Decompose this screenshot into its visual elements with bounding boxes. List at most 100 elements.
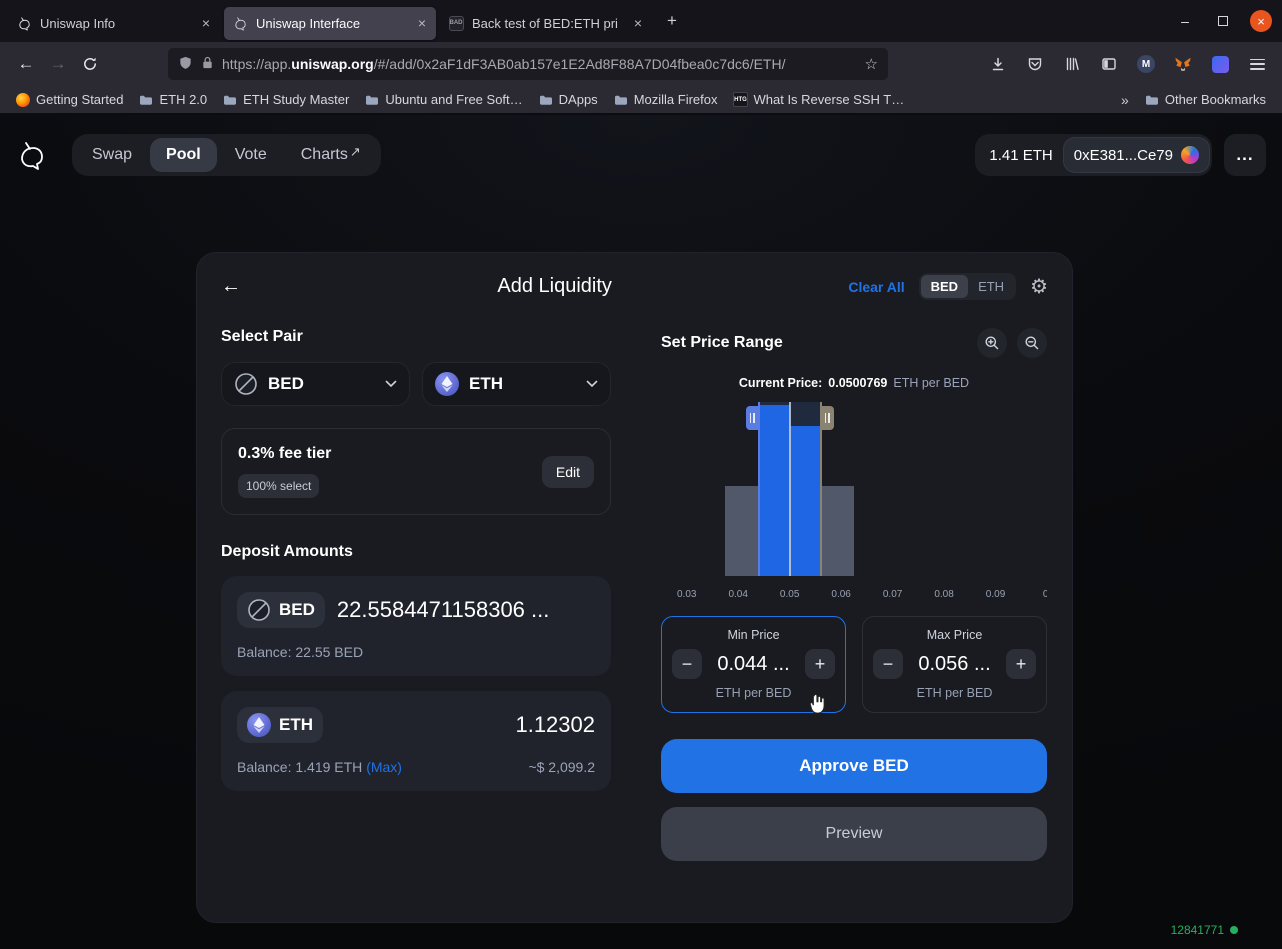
max-price-increment-button[interactable]: + <box>1006 649 1036 679</box>
fee-tier-box: 0.3% fee tier 100% select Edit <box>221 428 611 515</box>
x-tick-label: 0. <box>1043 589 1047 600</box>
max-price-box[interactable]: Max Price − 0.056 ... + ETH per BED <box>862 616 1047 713</box>
nav-item-pool[interactable]: Pool <box>150 138 217 172</box>
uniswap-unicorn-favicon <box>16 15 32 31</box>
bookmark-label: DApps <box>559 92 598 107</box>
max-link[interactable]: (Max) <box>366 759 402 775</box>
downloads-icon[interactable] <box>983 49 1013 79</box>
select-pair-heading: Select Pair <box>221 328 611 346</box>
set-price-range-heading: Set Price Range <box>661 334 783 352</box>
west-range-handle[interactable] <box>746 406 759 430</box>
bookmark-getting-started[interactable]: Getting Started <box>10 89 129 110</box>
tab-close-icon[interactable]: × <box>632 15 644 31</box>
liquidity-chart-plot[interactable] <box>661 402 1047 576</box>
x-tick-label: 0.09 <box>986 589 1005 600</box>
new-tab-button[interactable]: + <box>658 7 686 35</box>
reload-icon[interactable] <box>74 48 106 80</box>
settings-gear-icon[interactable]: ⚙ <box>1030 277 1048 297</box>
approve-bed-button[interactable]: Approve BED <box>661 739 1047 793</box>
bookmark-folder-eth2[interactable]: ETH 2.0 <box>133 89 213 110</box>
nav-item-swap[interactable]: Swap <box>76 138 148 172</box>
tab-uniswap-interface[interactable]: Uniswap Interface × <box>224 7 436 40</box>
eth-token-chip[interactable]: ETH <box>237 707 323 743</box>
forward-icon[interactable]: → <box>42 48 74 80</box>
chevron-down-icon <box>385 380 397 388</box>
maximize-button[interactable] <box>1212 10 1234 32</box>
bookmark-reverse-ssh[interactable]: HTG What Is Reverse SSH T… <box>727 89 910 110</box>
rate-toggle-eth[interactable]: ETH <box>968 275 1014 298</box>
other-bookmarks[interactable]: Other Bookmarks <box>1139 89 1272 110</box>
extension-icon[interactable] <box>1205 49 1235 79</box>
bookmark-folder-ubuntu[interactable]: Ubuntu and Free Soft… <box>359 89 528 110</box>
tab-back-test[interactable]: BAD Back test of BED:ETH pri × <box>440 7 652 40</box>
max-price-decrement-button[interactable]: − <box>873 649 903 679</box>
screen: Uniswap Info × Uniswap Interface × BAD B… <box>0 0 1282 949</box>
clear-all-link[interactable]: Clear All <box>848 279 904 295</box>
liquidity-chart[interactable]: 0.030.040.050.060.070.080.090. <box>661 402 1047 600</box>
close-window-button[interactable]: × <box>1250 10 1272 32</box>
min-price-value[interactable]: 0.044 ... <box>717 653 789 676</box>
menu-icon[interactable] <box>1242 49 1272 79</box>
wallet-address-chip[interactable]: 0xE381...Ce79 <box>1063 137 1210 173</box>
tab-uniswap-info[interactable]: Uniswap Info × <box>8 7 220 40</box>
zoom-out-icon[interactable] <box>1017 328 1047 358</box>
preview-button[interactable]: Preview <box>661 807 1047 861</box>
tab-close-icon[interactable]: × <box>200 15 212 31</box>
uniswap-logo[interactable] <box>16 139 48 171</box>
liquidity-bar <box>790 426 820 576</box>
deposit-input-bed: BED 22.5584471158306 ... Balance: 22.55 … <box>221 576 611 676</box>
bed-token-icon <box>247 598 271 622</box>
nav-item-charts[interactable]: Charts↗ <box>285 138 377 172</box>
zoom-in-icon[interactable] <box>977 328 1007 358</box>
max-price-value[interactable]: 0.056 ... <box>918 653 990 676</box>
rate-toggle-bed[interactable]: BED <box>921 275 968 298</box>
minimize-button[interactable]: – <box>1174 10 1196 32</box>
bed-token-chip[interactable]: BED <box>237 592 325 628</box>
toolbar-icons: M <box>983 49 1272 79</box>
library-icon[interactable] <box>1057 49 1087 79</box>
folder-icon <box>223 93 237 107</box>
bookmark-folder-dapps[interactable]: DApps <box>533 89 604 110</box>
firefox-icon <box>16 93 30 107</box>
lock-icon[interactable] <box>201 55 214 73</box>
other-bookmarks-label: Other Bookmarks <box>1165 92 1266 107</box>
min-price-box[interactable]: Min Price − 0.044 ... + ETH per BED <box>661 616 846 713</box>
block-number[interactable]: 12841771 <box>1171 923 1238 937</box>
wallet-pill[interactable]: 1.41 ETH 0xE381...Ce79 <box>975 134 1212 176</box>
eth-amount-input[interactable]: 1.12302 <box>335 712 595 738</box>
edit-fee-button[interactable]: Edit <box>542 456 594 488</box>
bookmark-folder-mozilla[interactable]: Mozilla Firefox <box>608 89 724 110</box>
token-select-bed[interactable]: BED <box>221 362 410 406</box>
nav-item-vote[interactable]: Vote <box>219 138 283 172</box>
bookmark-star-icon[interactable]: ☆ <box>865 55 878 73</box>
more-menu-button[interactable]: ... <box>1224 134 1266 176</box>
folder-icon <box>139 93 153 107</box>
east-range-handle[interactable] <box>821 406 834 430</box>
url-bar[interactable]: https://app.uniswap.org/#/add/0x2aF1dF3A… <box>168 48 888 80</box>
tracking-shield-icon[interactable] <box>178 55 193 74</box>
token-select-eth[interactable]: ETH <box>422 362 611 406</box>
back-arrow-icon[interactable]: ← <box>221 275 261 298</box>
min-price-decrement-button[interactable]: − <box>672 649 702 679</box>
pocket-icon[interactable] <box>1020 49 1050 79</box>
tab-title: Back test of BED:ETH pri <box>472 16 624 31</box>
current-price-line <box>789 402 791 576</box>
uniswap-unicorn-favicon <box>232 15 248 31</box>
sidebar-icon[interactable] <box>1094 49 1124 79</box>
x-tick-label: 0.07 <box>883 589 902 600</box>
min-price-increment-button[interactable]: + <box>805 649 835 679</box>
wallet-address: 0xE381...Ce79 <box>1074 147 1173 164</box>
url-text: https://app.uniswap.org/#/add/0x2aF1dF3A… <box>222 56 857 72</box>
profile-m-icon[interactable]: M <box>1131 49 1161 79</box>
bookmark-folder-eth-study[interactable]: ETH Study Master <box>217 89 355 110</box>
tab-bar: Uniswap Info × Uniswap Interface × BAD B… <box>0 0 1282 42</box>
bookmarks-overflow-icon[interactable]: » <box>1115 92 1135 108</box>
tab-close-icon[interactable]: × <box>416 15 428 31</box>
token-symbol: BED <box>268 374 304 394</box>
back-icon[interactable]: ← <box>10 48 42 80</box>
liquidity-bar <box>759 405 790 576</box>
card-header: ← Add Liquidity Clear All BED ETH ⚙ <box>197 253 1072 300</box>
bed-amount-input[interactable]: 22.5584471158306 ... <box>337 597 595 623</box>
folder-icon <box>365 93 379 107</box>
metamask-icon[interactable] <box>1168 49 1198 79</box>
